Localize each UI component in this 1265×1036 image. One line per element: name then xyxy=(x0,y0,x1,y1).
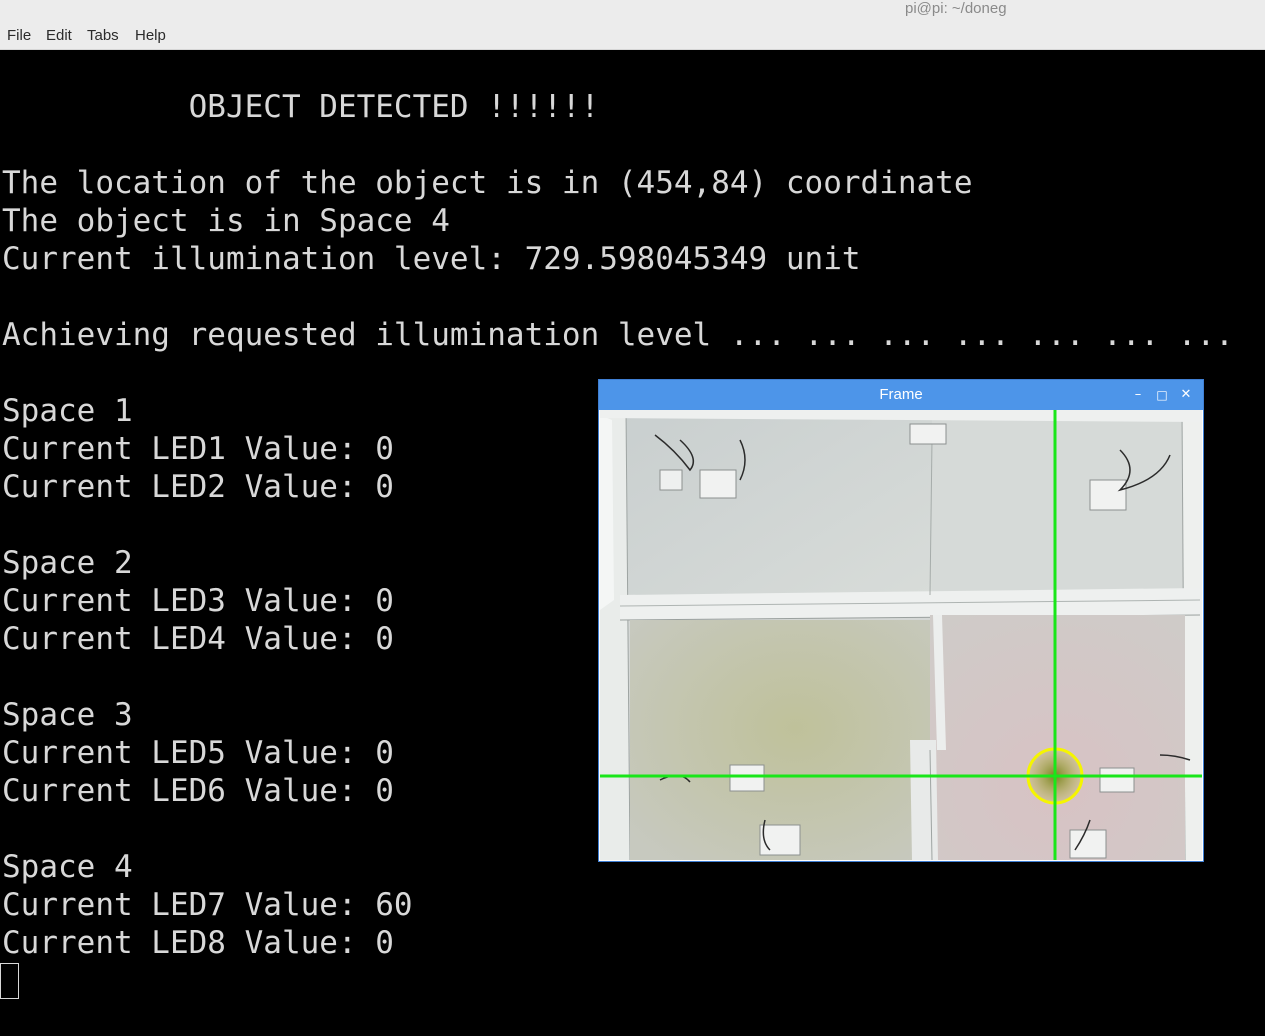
terminal-line: Current illumination level: 729.59804534… xyxy=(2,241,861,277)
terminal-line: The object is in Space 4 xyxy=(2,203,450,239)
title-bar[interactable]: pi@pi: ~/doneg xyxy=(0,0,1265,22)
menu-tabs[interactable]: Tabs xyxy=(87,27,119,45)
terminal-line: Current LED2 Value: 0 xyxy=(2,469,394,505)
terminal-cursor xyxy=(0,963,19,999)
terminal-line: The location of the object is in (454,84… xyxy=(2,165,973,201)
terminal-line: Current LED3 Value: 0 xyxy=(2,583,394,619)
minimize-button[interactable]: – xyxy=(1129,385,1147,405)
camera-view-image xyxy=(600,410,1202,860)
frame-title-bar[interactable]: Frame – □ ✕ xyxy=(599,380,1203,410)
close-button[interactable]: ✕ xyxy=(1177,385,1195,405)
camera-frame xyxy=(600,410,1202,860)
terminal-line: Current LED5 Value: 0 xyxy=(2,735,394,771)
terminal-line: Space 4 xyxy=(2,849,133,885)
terminal-line: Current LED8 Value: 0 xyxy=(2,925,394,961)
terminal-line: Current LED1 Value: 0 xyxy=(2,431,394,467)
terminal-line: Current LED7 Value: 60 xyxy=(2,887,413,923)
window-title: pi@pi: ~/doneg xyxy=(905,0,1007,17)
terminal-window: pi@pi: ~/doneg File Edit Tabs Help OBJEC… xyxy=(0,0,1265,1036)
terminal-line: Current LED6 Value: 0 xyxy=(2,773,394,809)
menu-edit[interactable]: Edit xyxy=(46,27,72,45)
frame-window-title: Frame xyxy=(879,386,923,403)
terminal-line: Achieving requested illumination level .… xyxy=(2,317,1234,353)
terminal-line: OBJECT DETECTED !!!!!! xyxy=(2,89,600,125)
menu-file[interactable]: File xyxy=(7,27,31,45)
terminal-line: Space 2 xyxy=(2,545,133,581)
terminal-line: Space 1 xyxy=(2,393,133,429)
terminal-line: Space 3 xyxy=(2,697,133,733)
menu-bar: File Edit Tabs Help xyxy=(0,22,1265,50)
menu-help[interactable]: Help xyxy=(135,27,166,45)
frame-window[interactable]: Frame – □ ✕ xyxy=(599,380,1203,861)
terminal-line: Current LED4 Value: 0 xyxy=(2,621,394,657)
maximize-button[interactable]: □ xyxy=(1153,385,1171,405)
